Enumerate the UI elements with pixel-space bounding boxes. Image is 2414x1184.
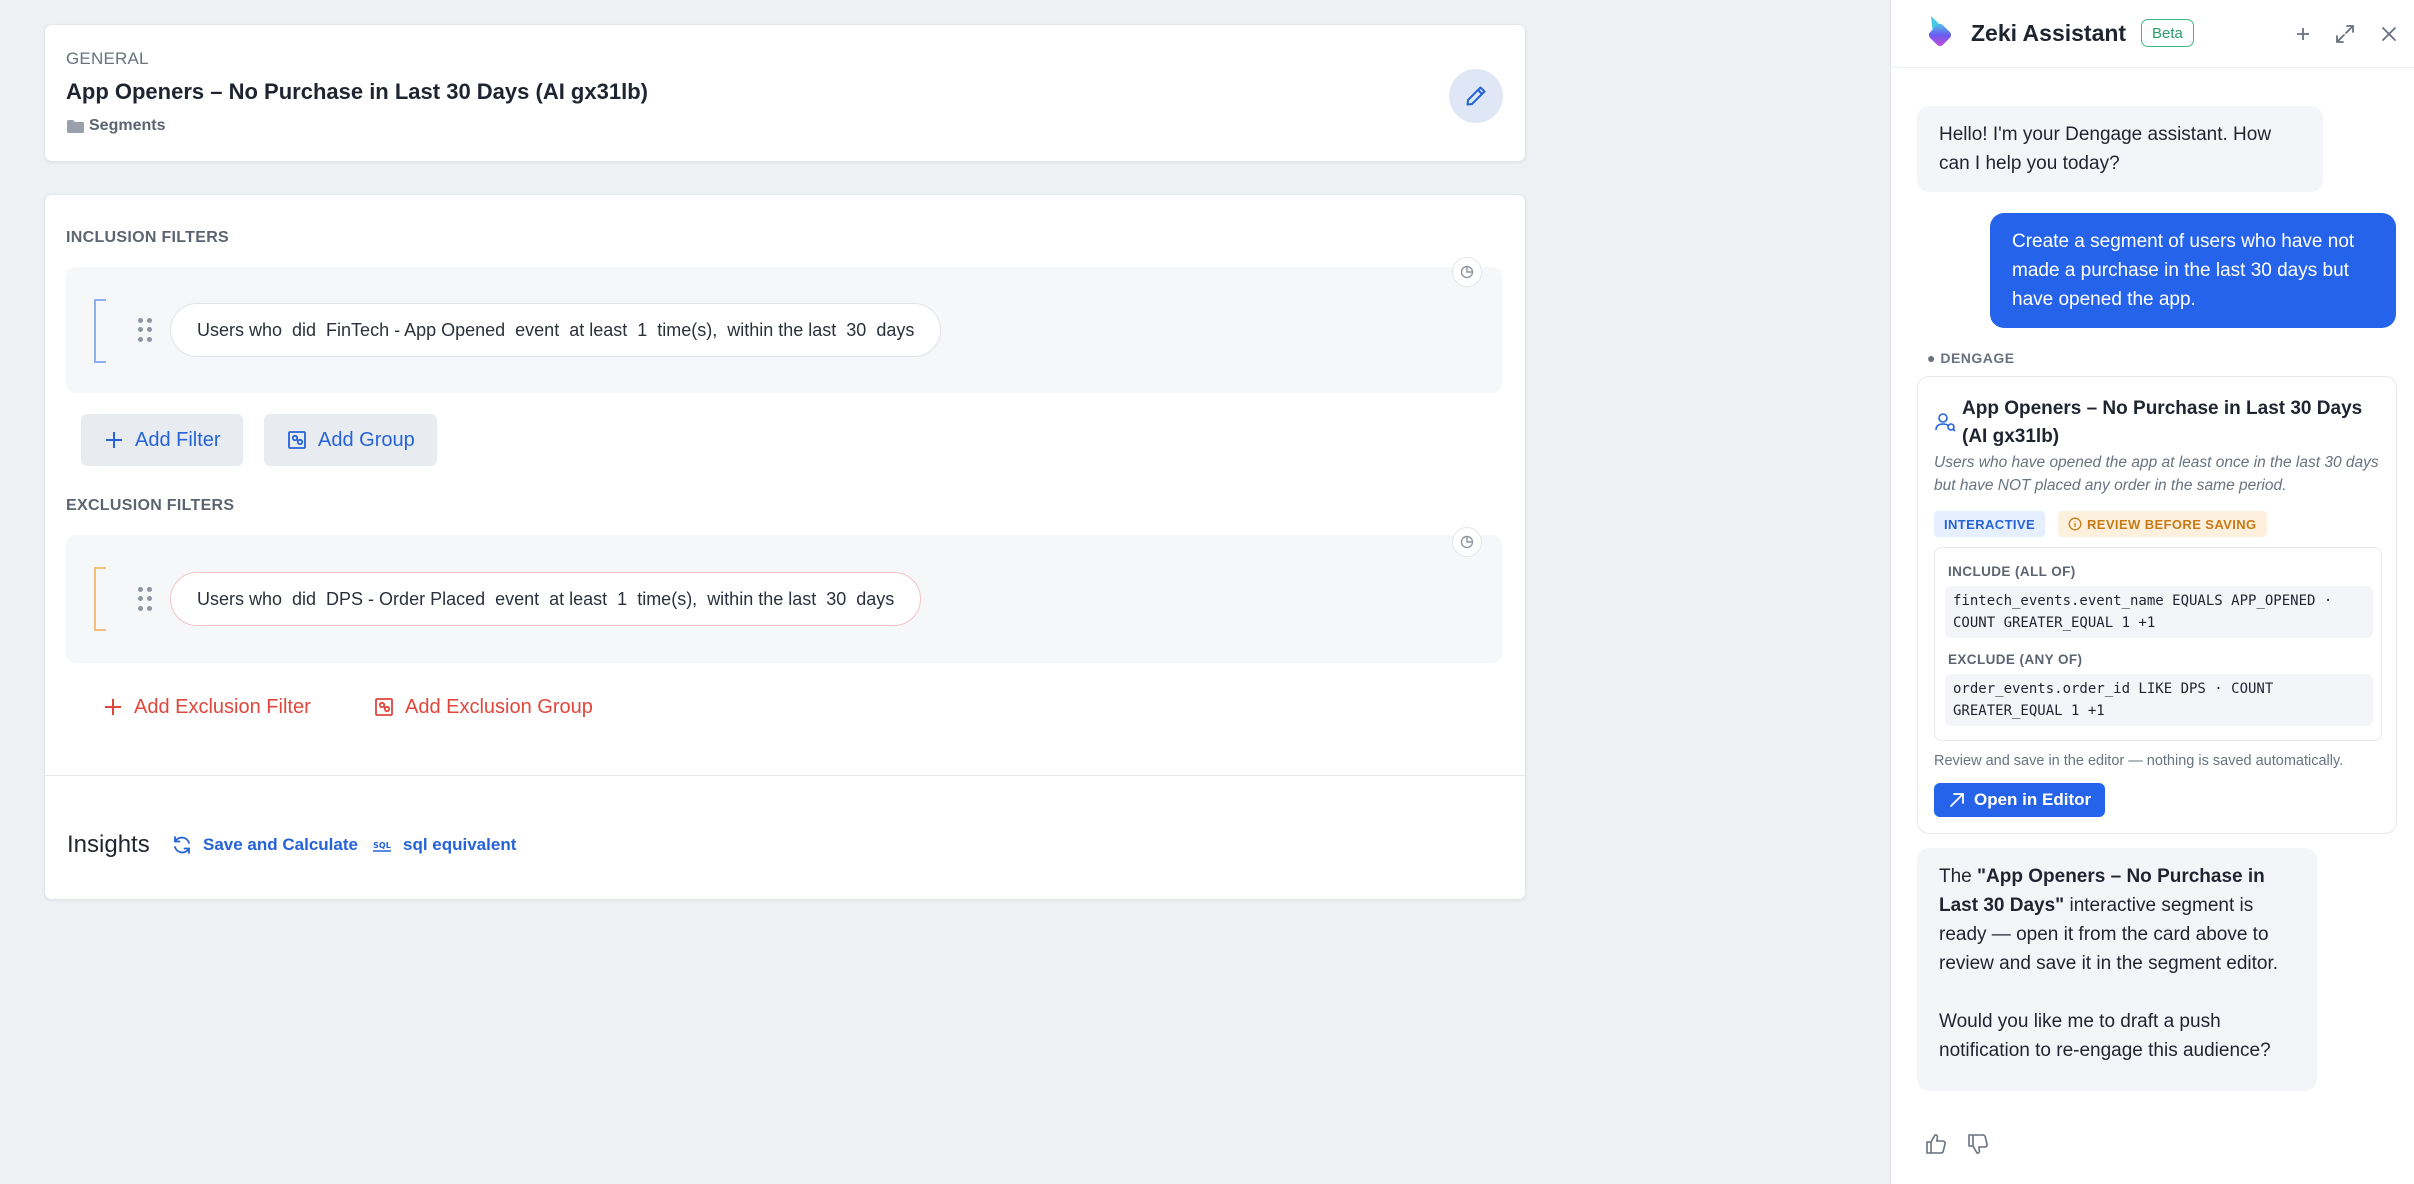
inclusion-filters-label: INCLUSION FILTERS [66,229,230,246]
add-exclusion-group-button[interactable]: Add Exclusion Group [373,687,593,727]
review-tag-label: REVIEW BEFORE SAVING [2087,516,2257,532]
open-in-editor-button[interactable]: Open in Editor [1934,783,2106,817]
general-card: GENERAL App Openers – No Purchase in Las… [44,24,1526,162]
reply-question: Would you like me to draft a push notifi… [1939,1011,2271,1061]
interactive-tag: INTERACTIVE [1934,511,2046,537]
exclusion-filters-label: EXCLUSION FILTERS [66,497,235,514]
inclusion-filter-pill[interactable]: Users who did FinTech - App Opened event… [170,303,942,357]
include-label: INCLUDE (ALL OF) [1948,564,2076,579]
pencil-icon [1466,86,1486,106]
info-icon [2068,517,2082,531]
exclusion-filter-box: Users who did DPS - Order Placed event a… [66,527,1502,663]
include-code: fintech_events.event_name EQUALS APP_OPE… [1945,586,2373,638]
assistant-reply-message: The "App Openers – No Purchase in Last 3… [1917,848,2317,1091]
plus-icon [105,699,121,715]
save-and-calculate-button[interactable]: Save and Calculate [171,834,358,856]
drag-handle-icon[interactable] [138,587,152,611]
refresh-icon [174,836,190,854]
edit-button[interactable] [1449,69,1503,123]
filters-card: INCLUSION FILTERS Users who did FinTech … [44,194,1526,900]
group-icon [375,698,393,716]
exclude-code: order_events.order_id LIKE DPS · COUNT G… [1945,674,2373,726]
segment-users-icon [1935,413,1956,432]
review-tag: REVIEW BEFORE SAVING [2058,511,2267,537]
add-filter-button[interactable]: Add Filter [81,414,243,466]
user-message: Create a segment of users who have not m… [1990,213,2396,328]
external-link-icon [1950,793,1964,807]
save-and-calculate-label: Save and Calculate [203,835,358,854]
sql-equivalent-label: sql equivalent [403,835,517,854]
assistant-panel: Zeki Assistant Beta Hello! I'm your Deng… [1890,0,2414,1184]
add-group-button[interactable]: Add Group [264,414,437,466]
open-in-editor-label: Open in Editor [1974,790,2092,809]
expand-icon[interactable] [2333,22,2357,46]
add-exclusion-filter-label: Add Exclusion Filter [134,695,311,718]
add-exclusion-group-label: Add Exclusion Group [405,695,593,718]
segment-card-description: Users who have opened the app at least o… [1934,454,2379,494]
breadcrumb[interactable]: Segments [66,117,165,135]
inclusion-options-icon[interactable] [1452,257,1482,287]
thumbs-down-icon[interactable] [1965,1131,1991,1157]
sql-equivalent-button[interactable]: SQL sql equivalent [371,834,516,856]
beta-badge: Beta [2141,19,2194,47]
breadcrumb-segments[interactable]: Segments [89,117,165,135]
assistant-title: Zeki Assistant [1971,20,2127,46]
exclusion-filter-pill[interactable]: Users who did DPS - Order Placed event a… [170,572,922,626]
segment-result-card: App Openers – No Purchase in Last 30 Day… [1917,376,2397,834]
drag-handle-icon[interactable] [138,318,152,342]
group-icon [288,431,306,449]
sql-icon: SQL [373,841,391,852]
divider [45,775,1525,776]
inclusion-filter-box: Users who did FinTech - App Opened event… [66,257,1502,393]
add-filter-label: Add Filter [135,428,221,451]
add-group-label: Add Group [318,428,415,451]
new-chat-icon[interactable] [2291,22,2315,46]
thumbs-up-icon[interactable] [1923,1131,1949,1157]
add-exclusion-filter-button[interactable]: Add Exclusion Filter [102,687,311,727]
close-icon[interactable] [2377,22,2401,46]
assistant-greeting-message: Hello! I'm your Dengage assistant. How c… [1917,106,2323,192]
source-tag: ● DENGAGE [1927,350,2015,366]
segment-title: App Openers – No Purchase in Last 30 Day… [66,79,648,104]
segment-card-footer: Review and save in the editor — nothing … [1934,753,2344,769]
svg-text:SQL: SQL [373,841,391,850]
reply-text-pre: The [1939,866,1978,887]
inclusion-bracket [94,299,106,363]
exclusion-bracket [94,567,106,631]
plus-icon [106,432,122,448]
reply-paragraph: The "App Openers – No Purchase in Last 3… [1939,862,2295,978]
assistant-header: Zeki Assistant Beta [1891,0,2414,68]
zeki-logo-icon [1928,16,1952,47]
folder-icon [67,119,84,133]
exclude-label: EXCLUDE (ANY OF) [1948,652,2083,667]
segment-card-title: App Openers – No Purchase in Last 30 Day… [1962,398,2363,447]
exclusion-options-icon[interactable] [1452,527,1482,557]
rule-box: INCLUDE (ALL OF) fintech_events.event_na… [1934,547,2382,741]
insights-title: Insights [67,831,150,858]
general-label: GENERAL [66,49,149,68]
